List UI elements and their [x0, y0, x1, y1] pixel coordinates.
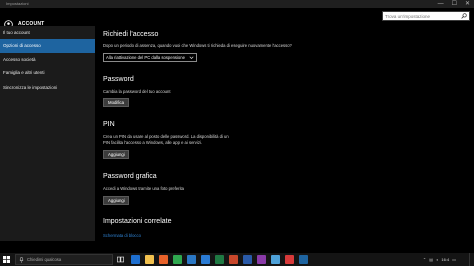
- chevron-up-icon[interactable]: ⌃: [423, 257, 426, 262]
- sidebar: Il tuo account Opzioni di accesso Access…: [0, 26, 95, 241]
- volume-icon[interactable]: ◖: [436, 257, 438, 262]
- add-pin-button[interactable]: Aggiungi: [103, 150, 129, 159]
- music-icon[interactable]: [285, 255, 294, 264]
- dropdown-value: Alla riattivazione del PC dalla sospensi…: [106, 55, 185, 60]
- sidebar-item-label: Opzioni di accesso: [3, 43, 41, 48]
- picture-password-description: Accedi a Windows tramite una foto prefer…: [103, 186, 184, 191]
- system-tray: ⌃ ▤ ◖ 16:4 ▭: [423, 253, 456, 266]
- taskbar: Chiedimi qualcosa ⌃ ▤ ◖ 16:4 ▭: [0, 253, 474, 266]
- search-icon[interactable]: [461, 13, 467, 19]
- pin-description-line1: Crea un PIN da usare al posto delle pass…: [103, 134, 229, 139]
- sidebar-item-your-account[interactable]: Il tuo account: [0, 26, 95, 40]
- password-description: Cambia la password del tuo account: [103, 89, 171, 94]
- chevron-down-icon: [189, 56, 194, 59]
- maximize-button[interactable]: ☐: [452, 0, 457, 8]
- word-icon[interactable]: [243, 255, 252, 264]
- add-picture-password-button[interactable]: Aggiungi: [103, 196, 129, 205]
- main-content: Richiedi l'accesso Dopo un periodo di as…: [95, 26, 474, 241]
- require-signin-heading: Richiedi l'accesso: [103, 31, 159, 38]
- change-password-button[interactable]: Modifica: [103, 98, 129, 107]
- sidebar-item-work-access[interactable]: Accesso società: [0, 53, 95, 67]
- related-settings-heading: Impostazioni correlate: [103, 218, 172, 225]
- require-signin-dropdown[interactable]: Alla riattivazione del PC dalla sospensi…: [103, 53, 197, 62]
- password-heading: Password: [103, 76, 134, 83]
- sidebar-item-label: Sincronizza le impostazioni: [3, 85, 58, 90]
- microphone-icon[interactable]: [19, 257, 24, 263]
- notepad-icon[interactable]: [271, 255, 280, 264]
- settings-icon[interactable]: [299, 255, 308, 264]
- network-icon[interactable]: ▤: [429, 257, 433, 262]
- search-input[interactable]: [385, 12, 457, 20]
- window-title: Impostazioni: [6, 1, 29, 6]
- sidebar-item-family[interactable]: Famiglia e altri utenti: [0, 66, 95, 80]
- onenote-icon[interactable]: [257, 255, 266, 264]
- settings-search[interactable]: [382, 11, 470, 21]
- pin-heading: PIN: [103, 121, 115, 128]
- taskbar-search-box[interactable]: Chiedimi qualcosa: [15, 254, 113, 265]
- window-titlebar: Impostazioni — ☐ ✕: [0, 0, 474, 8]
- mail-icon[interactable]: [187, 255, 196, 264]
- notifications-icon[interactable]: ▭: [452, 257, 456, 262]
- pin-description-line2: PIN facilita l'accesso a Windows, alle a…: [103, 140, 203, 145]
- sidebar-item-label: Famiglia e altri utenti: [3, 70, 45, 75]
- picture-password-heading: Password grafica: [103, 173, 157, 180]
- sidebar-item-label: Accesso società: [3, 57, 36, 62]
- excel-icon[interactable]: [215, 255, 224, 264]
- edge-icon[interactable]: [131, 255, 140, 264]
- lock-screen-link[interactable]: Schermata di blocco: [103, 233, 141, 239]
- file-explorer-icon[interactable]: [145, 255, 154, 264]
- require-signin-description: Dopo un periodo di assenza, quando vuoi …: [103, 43, 292, 48]
- store-icon[interactable]: [201, 255, 210, 264]
- sidebar-item-sync[interactable]: Sincronizza le impostazioni: [0, 81, 95, 95]
- window-controls: — ☐ ✕: [438, 0, 470, 8]
- task-view-icon[interactable]: [117, 256, 124, 263]
- chrome-icon[interactable]: [173, 255, 182, 264]
- sidebar-item-sign-in-options[interactable]: Opzioni di accesso: [0, 39, 95, 53]
- windows-start-icon[interactable]: [3, 256, 10, 263]
- firefox-icon[interactable]: [159, 255, 168, 264]
- sidebar-item-label: Il tuo account: [3, 30, 30, 35]
- close-button[interactable]: ✕: [465, 0, 470, 8]
- show-desktop-button[interactable]: [469, 253, 474, 266]
- minimize-button[interactable]: —: [438, 0, 444, 8]
- powerpoint-icon[interactable]: [229, 255, 238, 264]
- clock[interactable]: 16:4: [441, 253, 449, 266]
- taskbar-search-placeholder: Chiedimi qualcosa: [27, 257, 62, 262]
